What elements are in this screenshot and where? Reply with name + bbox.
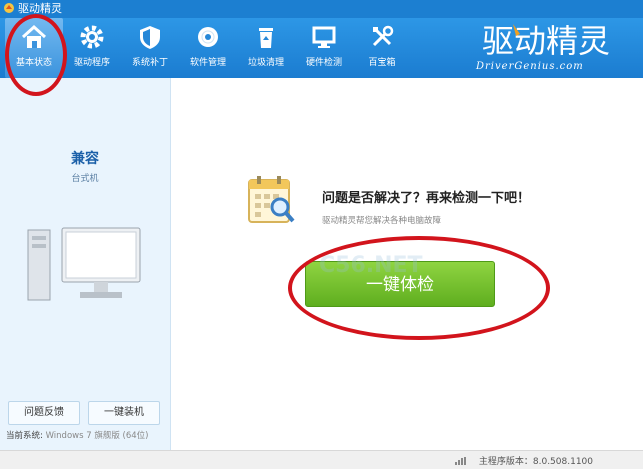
tab-label: 驱动程序: [73, 58, 110, 68]
highlight-circle-checkup-button: [288, 236, 550, 340]
tab-junk-cleanup[interactable]: 垃圾清理: [237, 18, 295, 78]
tab-label: 软件管理: [189, 58, 226, 68]
pc-name: 兼容: [71, 151, 99, 167]
status-bar: 主程序版本：8.0.508.1100: [0, 450, 643, 469]
gear-icon: [80, 25, 104, 49]
sidebar: 兼容 台式机 问题反馈 一键装机 当前系统: Windows 7 旗舰版 (64…: [0, 78, 171, 450]
one-click-install-button[interactable]: 一键装机: [88, 401, 160, 425]
highlight-circle-basic-status: [5, 14, 67, 96]
tab-label: 硬件检测: [305, 58, 342, 68]
tab-hardware-detect[interactable]: 硬件检测: [295, 18, 353, 78]
tab-software-manager[interactable]: 软件管理: [179, 18, 237, 78]
app-logo-icon: [4, 3, 14, 13]
signal-bars-icon: [455, 457, 466, 465]
tab-label: 系统补丁: [131, 58, 168, 68]
brand-wordmark: 驱动精灵: [482, 22, 610, 60]
disc-icon: [198, 27, 218, 47]
tab-toolbox[interactable]: 百宝箱: [353, 18, 411, 78]
question-subtitle: 驱动精灵帮您解决各种电脑故障: [322, 216, 442, 226]
tab-label: 百宝箱: [368, 58, 396, 68]
brand-domain: DriverGenius.com: [476, 61, 584, 72]
brand-logo: 驱动精灵 DriverGenius.com: [470, 18, 640, 78]
tab-drivers[interactable]: 驱动程序: [63, 18, 121, 78]
tools-icon: [372, 25, 394, 47]
shield-icon: [140, 26, 160, 49]
calendar-search-icon: [248, 176, 295, 223]
tab-system-patches[interactable]: 系统补丁: [121, 18, 179, 78]
monitor-icon: [312, 26, 336, 48]
title-bar: 驱动精灵: [0, 0, 643, 18]
recycle-bin-icon: [259, 28, 273, 48]
system-value: Windows 7 旗舰版 (64位): [45, 431, 149, 441]
pc-type: 台式机: [71, 174, 99, 184]
question-heading: 问题是否解决了？再来检测一下吧！: [322, 191, 531, 206]
system-label: 当前系统:: [6, 431, 43, 441]
version-label: 主程序版本：: [478, 457, 533, 467]
tab-label: 垃圾清理: [247, 58, 284, 68]
version-value: 8.0.508.1100: [532, 457, 593, 467]
current-system-info: 当前系统: Windows 7 旗舰版 (64位): [6, 429, 148, 441]
desktop-computer-icon: [27, 227, 141, 301]
version-info: 主程序版本：8.0.508.1100: [479, 454, 593, 467]
feedback-button[interactable]: 问题反馈: [8, 401, 80, 425]
svg-text:驱动精灵: 驱动精灵: [482, 22, 610, 60]
